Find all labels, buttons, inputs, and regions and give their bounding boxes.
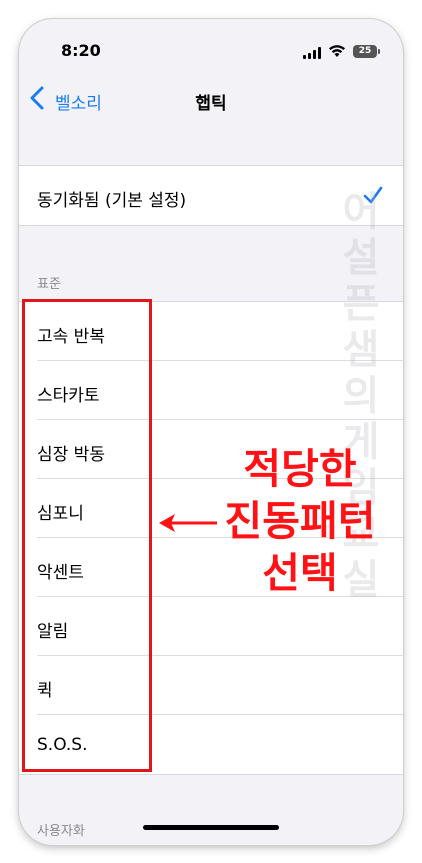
annotation-line: 적당한 <box>243 445 357 493</box>
page-title: 햅틱 <box>195 94 227 114</box>
navigation-bar: 벨소리 햅틱 <box>19 77 403 121</box>
arrow-left-icon <box>159 514 217 532</box>
phone-screen: 8:20 25 벨소리 햅틱 동기화됨 (기본 설정) 표준 고속 반복 스타카… <box>19 19 403 845</box>
cellular-signal-icon <box>303 47 323 59</box>
section-header-standard: 표준 <box>37 277 61 292</box>
home-indicator[interactable] <box>143 825 279 830</box>
annotation-text: 적당한 진동패턴 선택 <box>215 443 385 599</box>
wifi-icon <box>329 45 345 57</box>
highlight-box <box>22 299 152 772</box>
section-header-custom: 사용자화 <box>37 824 85 839</box>
status-bar: 8:20 25 <box>19 19 403 77</box>
annotation-line: 진동패턴 <box>224 497 376 545</box>
annotation-line: 선택 <box>262 549 338 597</box>
status-time: 8:20 <box>61 41 101 60</box>
list-item-label: 동기화됨 (기본 설정) <box>37 191 187 211</box>
battery-icon: 25 <box>353 45 380 58</box>
